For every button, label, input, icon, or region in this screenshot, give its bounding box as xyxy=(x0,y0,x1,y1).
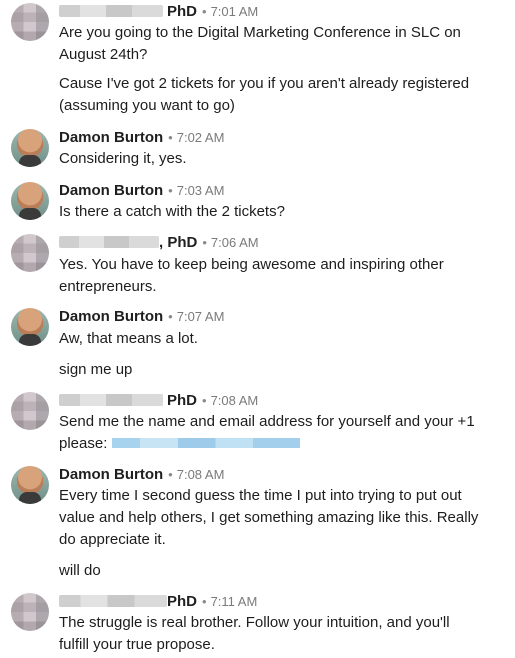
timestamp: 7:11 AM xyxy=(210,594,258,609)
separator-dot: • xyxy=(168,467,173,482)
sender-avatar[interactable] xyxy=(11,129,49,167)
message-header: PhD • 7:08 AM xyxy=(59,392,258,412)
sender-name-suffix[interactable]: PhD xyxy=(167,392,197,409)
sender-avatar[interactable] xyxy=(11,392,49,430)
message-text: sign me up xyxy=(59,361,133,378)
sender-name-suffix[interactable]: PhD xyxy=(167,3,197,20)
sender-name-suffix[interactable]: , PhD xyxy=(159,234,197,251)
redacted-sender-name xyxy=(59,5,163,17)
sender-name[interactable]: Damon Burton xyxy=(59,308,163,325)
sender-name-suffix[interactable]: PhD xyxy=(167,593,197,610)
message-text: entrepreneurs. xyxy=(59,278,157,295)
sender-avatar[interactable] xyxy=(11,308,49,346)
message-text: value and help others, I get something a… xyxy=(59,509,479,526)
sender-avatar[interactable] xyxy=(11,593,49,631)
separator-dot: • xyxy=(202,4,207,19)
timestamp: 7:06 AM xyxy=(210,235,259,250)
separator-dot: • xyxy=(168,130,173,145)
message-text: Are you going to the Digital Marketing C… xyxy=(59,24,461,41)
sender-avatar[interactable] xyxy=(11,234,49,272)
sender-avatar[interactable] xyxy=(11,182,49,220)
timestamp: 7:02 AM xyxy=(176,130,225,145)
redacted-sender-name xyxy=(59,236,159,248)
redacted-email-link[interactable] xyxy=(111,438,300,449)
sender-name[interactable]: Damon Burton xyxy=(59,466,163,483)
separator-dot: • xyxy=(202,393,207,408)
message-header: Damon Burton • 7:02 AM xyxy=(59,129,224,149)
sender-avatar[interactable] xyxy=(11,466,49,504)
message-text: Aw, that means a lot. xyxy=(59,330,198,347)
message-text: do appreciate it. xyxy=(59,531,166,548)
sender-name[interactable]: Damon Burton xyxy=(59,182,163,199)
message-text: (assuming you want to go) xyxy=(59,97,235,114)
message-text: Yes. You have to keep being awesome and … xyxy=(59,256,444,273)
message-text: The struggle is real brother. Follow you… xyxy=(59,614,450,631)
message-text-with-link: please: xyxy=(59,433,300,455)
redacted-sender-name xyxy=(59,394,163,406)
message-text: Considering it, yes. xyxy=(59,150,187,167)
message-text: Every time I second guess the time I put… xyxy=(59,487,462,504)
message-text: Send me the name and email address for y… xyxy=(59,413,475,430)
timestamp: 7:03 AM xyxy=(176,183,225,198)
timestamp: 7:01 AM xyxy=(210,4,259,19)
separator-dot: • xyxy=(202,235,207,250)
separator-dot: • xyxy=(168,183,173,198)
message-header: , PhD • 7:06 AM xyxy=(59,234,259,254)
message-header: Damon Burton • 7:03 AM xyxy=(59,182,224,202)
message-header: Damon Burton • 7:08 AM xyxy=(59,466,224,486)
separator-dot: • xyxy=(168,309,173,324)
message-text: will do xyxy=(59,562,101,579)
message-text: Is there a catch with the 2 tickets? xyxy=(59,203,285,220)
timestamp: 7:07 AM xyxy=(176,309,225,324)
message-text: Cause I've got 2 tickets for you if you … xyxy=(59,75,470,92)
message-header: Damon Burton • 7:07 AM xyxy=(59,308,224,328)
sender-name[interactable]: Damon Burton xyxy=(59,129,163,146)
redacted-sender-name xyxy=(59,595,167,607)
timestamp: 7:08 AM xyxy=(176,467,225,482)
message-text: please: xyxy=(59,435,108,452)
message-text: August 24th? xyxy=(59,46,148,63)
sender-avatar[interactable] xyxy=(11,3,49,41)
message-text: fulfill your true propose. xyxy=(59,636,215,653)
timestamp: 7:08 AM xyxy=(210,393,259,408)
separator-dot: • xyxy=(202,594,207,609)
message-header: PhD • 7:01 AM xyxy=(59,3,258,23)
message-header: PhD • 7:11 AM xyxy=(59,593,257,613)
